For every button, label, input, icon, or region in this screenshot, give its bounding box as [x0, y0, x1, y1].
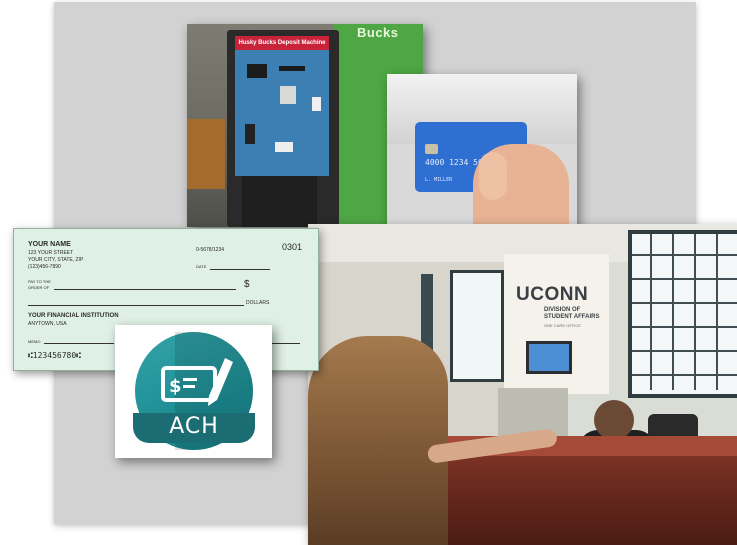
cheque-address-line2: YOUR CITY, STATE, ZIP	[28, 257, 84, 263]
card-slot	[279, 66, 305, 71]
left-window	[450, 270, 504, 382]
bucks-sign: Bucks	[357, 25, 399, 40]
cheque-bank-name: YOUR FINANCIAL INSTITUTION	[28, 313, 119, 319]
card-reader	[312, 97, 321, 111]
cheque-bank-city: ANYTOWN, USA	[28, 321, 67, 327]
uconn-sign-line3: ONE CARD OFFICE	[544, 323, 581, 328]
uconn-sign-line2: STUDENT AFFAIRS	[544, 314, 600, 320]
uconn-sign-line1: DIVISION OF	[544, 307, 581, 313]
window-grid	[628, 230, 737, 390]
cheque-routing-ref: 0-5678/1234	[196, 247, 225, 253]
svg-text:$: $	[169, 376, 182, 397]
cheque-number: 0301	[282, 242, 303, 252]
cheque-pay-to-label: PAY TO THE	[28, 279, 51, 284]
cheque-micr-line: ⑆123456780⑆	[28, 351, 81, 360]
card-holder: L. MILLER	[425, 177, 453, 183]
photo-shelf	[187, 119, 225, 189]
cheque-phone: (123)456-7890	[28, 264, 61, 270]
cheque-address-line1: 123 YOUR STREET	[28, 250, 74, 256]
cheque-memo-line	[44, 343, 114, 344]
cheque-pen-icon: $	[161, 358, 233, 406]
ach-label: ACH	[169, 414, 219, 439]
cheque-date-line	[210, 269, 270, 270]
ach-logo-card: $ ACH	[115, 325, 272, 458]
one-card-office-photo: UCONN DIVISION OF STUDENT AFFAIRS ONE CA…	[308, 224, 737, 545]
cheque-dollars-label: DOLLARS	[246, 300, 270, 306]
cheque-payee-line	[54, 289, 236, 290]
cheque-memo-label: MEMO	[28, 339, 41, 344]
machine-panel-header: Husky Bucks Deposit Machine	[235, 36, 329, 50]
cheque-amount-line	[28, 305, 244, 306]
machine-screen	[247, 64, 267, 78]
wall-monitor-screen	[529, 344, 569, 371]
staff-head	[594, 400, 634, 440]
cheque-order-of-label: ORDER OF	[28, 285, 50, 290]
instruction-label	[275, 142, 293, 152]
cheque-date-label: DATE	[196, 264, 207, 269]
cheque-dollar-sign: $	[244, 279, 250, 290]
card-chip	[425, 144, 438, 154]
keypad	[280, 86, 296, 104]
cheque-payer-name: YOUR NAME	[28, 241, 71, 248]
uconn-sign-title: UCONN	[516, 284, 589, 305]
student-hair	[308, 336, 448, 545]
bill-acceptor	[245, 124, 255, 144]
thumb	[479, 152, 507, 200]
machine-base	[242, 176, 317, 227]
